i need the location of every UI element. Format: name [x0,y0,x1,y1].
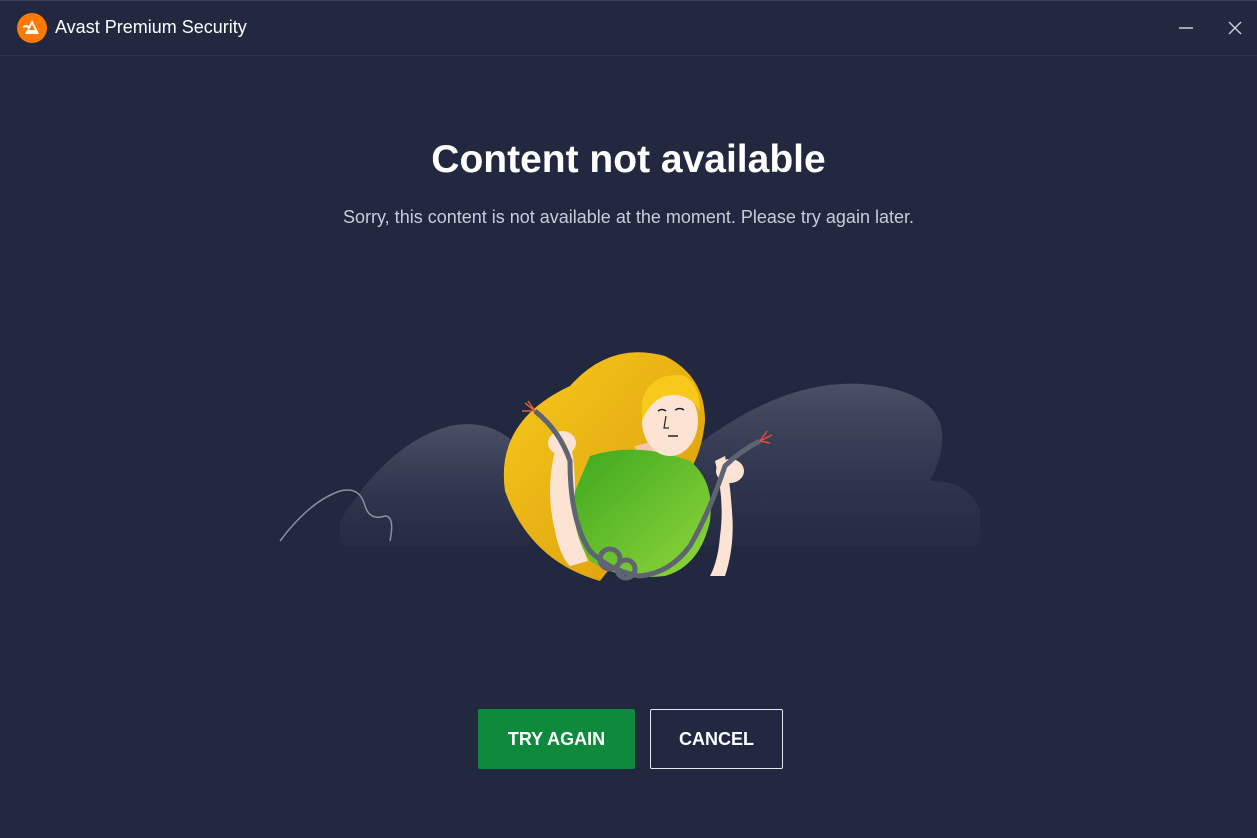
cancel-button[interactable]: CANCEL [650,709,783,769]
woman-holding-cut-cable-illustration [270,331,990,591]
minimize-button[interactable] [1169,11,1203,45]
try-again-button[interactable]: TRY AGAIN [478,709,635,769]
close-icon [1228,21,1242,35]
app-title: Avast Premium Security [55,17,247,37]
avast-logo-icon [17,13,47,43]
title-bar[interactable]: Avast Premium Security [0,1,1257,56]
page-title: Content not available [431,138,826,181]
minimize-icon [1179,27,1193,29]
error-message: Sorry, this content is not available at … [343,207,914,227]
app-window: Avast Premium Security Content not avail… [0,0,1257,838]
close-button[interactable] [1218,11,1252,45]
